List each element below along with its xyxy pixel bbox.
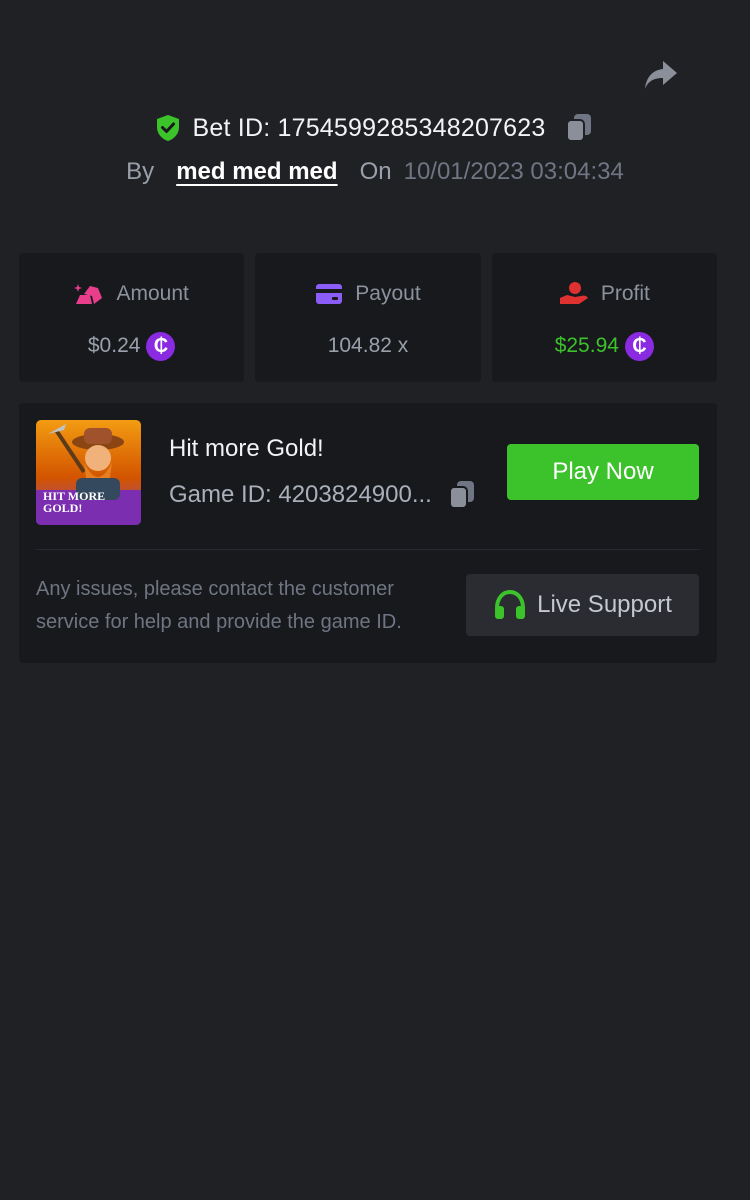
- amount-card: Amount $0.24 ₵: [19, 253, 245, 382]
- game-id-text: Game ID: 4203824900...: [169, 481, 432, 508]
- coin-icon: ₵: [146, 331, 176, 361]
- live-support-button[interactable]: Live Support: [466, 574, 699, 636]
- thumbnail-logo-text: HIT MORE GOLD!: [43, 489, 106, 515]
- on-label: On: [359, 158, 392, 185]
- coin-icon: ₵: [624, 331, 654, 361]
- amount-label: Amount: [116, 282, 189, 305]
- bet-datetime: 10/01/2023 03:04:34: [403, 158, 624, 185]
- amount-value: $0.24: [87, 334, 141, 357]
- play-now-button[interactable]: Play Now: [507, 444, 699, 500]
- game-thumbnail[interactable]: HIT MORE GOLD!: [36, 420, 141, 525]
- bet-meta-row: By med med med On 10/01/2023 03:04:34: [0, 154, 750, 190]
- live-support-label: Live Support: [537, 591, 672, 618]
- copy-icon: [566, 114, 592, 142]
- game-id-row: Game ID: 4203824900...: [169, 479, 478, 511]
- payout-label: Payout: [355, 282, 421, 305]
- copy-icon: [448, 481, 474, 509]
- game-panel: HIT MORE GOLD! Hit more Gold! Game ID: 4…: [19, 403, 717, 663]
- bet-detail-page: Bet ID: 1754599285348207623 By med med m…: [0, 0, 750, 1200]
- bet-stats: Amount $0.24 ₵ Payout 104.82 x Profit $2…: [19, 253, 717, 382]
- headset-icon: [495, 590, 526, 619]
- game-title: Hit more Gold!: [169, 435, 324, 462]
- payout-card: Payout 104.82 x: [255, 253, 481, 382]
- divider: [36, 549, 700, 550]
- support-help-text: Any issues, please contact the customer …: [36, 578, 402, 633]
- bet-id-row: Bet ID: 1754599285348207623: [0, 108, 750, 148]
- card-icon: [316, 284, 343, 304]
- share-button[interactable]: [640, 56, 682, 94]
- username-link[interactable]: med med med: [176, 158, 337, 186]
- profit-card: Profit $25.94 ₵: [491, 253, 717, 382]
- copy-game-id-button[interactable]: [446, 479, 478, 511]
- bet-id-text: Bet ID: 1754599285348207623: [192, 113, 546, 142]
- profit-label: Profit: [600, 282, 650, 305]
- payout-value: 104.82 x: [327, 334, 409, 357]
- profit-value: $25.94: [554, 334, 619, 357]
- verified-shield-icon: [155, 114, 181, 142]
- hand-coin-icon: [559, 282, 588, 304]
- by-label: By: [126, 158, 155, 185]
- copy-bet-id-button[interactable]: [563, 112, 595, 144]
- share-icon: [645, 61, 677, 89]
- gold-bars-icon: [74, 284, 103, 304]
